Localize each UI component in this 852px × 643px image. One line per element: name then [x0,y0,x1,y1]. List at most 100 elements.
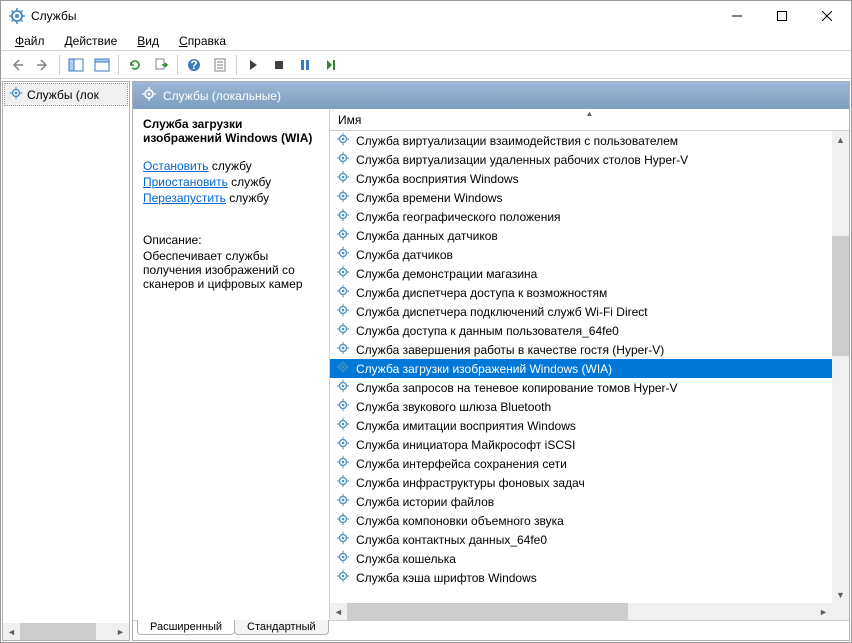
service-name: Служба инфраструктуры фоновых задач [356,476,585,490]
v-scrollbar[interactable]: ▲▼ [832,131,849,603]
tree-item-services[interactable]: Службы (лок [4,83,128,106]
service-row[interactable]: Служба виртуализации взаимодействия с по… [330,131,832,150]
service-row[interactable]: Служба восприятия Windows [330,169,832,188]
service-row[interactable]: Служба инициатора Майкрософт iSCSI [330,435,832,454]
service-name: Служба восприятия Windows [356,172,519,186]
tree-pane: Службы (лок ◄► [2,81,130,641]
minimize-button[interactable] [714,2,759,31]
svg-text:?: ? [190,58,197,72]
gear-icon [336,474,350,491]
gear-icon [9,86,23,103]
service-row[interactable]: Служба географического положения [330,207,832,226]
maximize-button[interactable] [759,2,804,31]
menu-action[interactable]: Действие [57,32,126,50]
gear-icon [336,151,350,168]
gear-icon [336,170,350,187]
service-name: Служба датчиков [356,248,453,262]
gear-icon [336,531,350,548]
service-row[interactable]: Служба истории файлов [330,492,832,511]
service-row[interactable]: Служба запросов на теневое копирование т… [330,378,832,397]
service-row[interactable]: Служба демонстрации магазина [330,264,832,283]
service-name: Служба диспетчера доступа к возможностям [356,286,607,300]
service-row[interactable]: Служба имитации восприятия Windows [330,416,832,435]
menu-view[interactable]: Вид [129,32,167,50]
gear-icon [336,379,350,396]
pause-service-button[interactable] [293,53,317,77]
gear-icon [336,189,350,206]
service-name: Служба загрузки изображений Windows (WIA… [356,362,612,376]
pause-link[interactable]: Приостановить [143,175,228,189]
window-title: Службы [31,9,714,23]
gear-icon [336,341,350,358]
service-row[interactable]: Служба виртуализации удаленных рабочих с… [330,150,832,169]
gear-icon [336,246,350,263]
service-row[interactable]: Служба компоновки объемного звука [330,511,832,530]
service-name: Служба данных датчиков [356,229,498,243]
service-row[interactable]: Служба завершения работы в качестве гост… [330,340,832,359]
service-row[interactable]: Служба доступа к данным пользователя_64f… [330,321,832,340]
gear-icon [336,208,350,225]
stop-service-button[interactable] [267,53,291,77]
nav-back-button[interactable] [5,53,29,77]
gear-icon [336,436,350,453]
tree-item-label: Службы (лок [27,88,99,102]
nav-forward-button[interactable] [31,53,55,77]
service-name: Служба компоновки объемного звука [356,514,564,528]
service-name: Служба кошелька [356,552,456,566]
gear-icon [336,455,350,472]
details-pane: Служба загрузки изображений Windows (WIA… [133,109,329,620]
tree-h-scrollbar[interactable]: ◄► [3,623,129,640]
gear-icon [336,512,350,529]
service-name: Служба доступа к данным пользователя_64f… [356,324,619,338]
restart-service-button[interactable] [319,53,343,77]
service-row[interactable]: Служба инфраструктуры фоновых задач [330,473,832,492]
restart-link[interactable]: Перезапустить [143,191,226,205]
gear-icon [336,398,350,415]
tab-extended[interactable]: Расширенный [137,620,235,635]
service-name: Служба истории файлов [356,495,494,509]
gear-icon [141,86,157,105]
gear-icon [336,493,350,510]
h-scrollbar[interactable]: ◄► [330,603,832,620]
service-row[interactable]: Служба звукового шлюза Bluetooth [330,397,832,416]
service-row[interactable]: Служба кошелька [330,549,832,568]
properties-button[interactable] [208,53,232,77]
service-row[interactable]: Служба диспетчера доступа к возможностям [330,283,832,302]
refresh-button[interactable] [123,53,147,77]
service-row[interactable]: Служба контактных данных_64fe0 [330,530,832,549]
service-name: Служба запросов на теневое копирование т… [356,381,678,395]
service-row[interactable]: Служба диспетчера подключений служб Wi-F… [330,302,832,321]
stop-link[interactable]: Остановить [143,159,209,173]
gear-icon [336,550,350,567]
export-button[interactable] [149,53,173,77]
show-hide-pane-button[interactable] [90,53,114,77]
description-label: Описание: [143,233,319,247]
description-text: Обеспечивает службы получения изображени… [143,249,319,291]
tab-standard[interactable]: Стандартный [234,620,329,635]
service-name: Служба виртуализации взаимодействия с по… [356,134,678,148]
service-row[interactable]: Служба данных датчиков [330,226,832,245]
service-name: Служба времени Windows [356,191,503,205]
service-row[interactable]: Служба кэша шрифтов Windows [330,568,832,587]
service-name: Служба кэша шрифтов Windows [356,571,537,585]
column-header-name[interactable]: ▲ Имя [330,109,849,131]
menu-file[interactable]: Файл [7,32,53,50]
pane-header: Службы (локальные) [133,82,849,109]
menu-help[interactable]: Справка [171,32,234,50]
help-button[interactable]: ? [182,53,206,77]
service-row[interactable]: Служба времени Windows [330,188,832,207]
service-name: Служба диспетчера подключений служб Wi-F… [356,305,648,319]
start-service-button[interactable] [241,53,265,77]
service-row[interactable]: Служба интерфейса сохранения сети [330,454,832,473]
service-name: Служба инициатора Майкрософт iSCSI [356,438,575,452]
service-row[interactable]: Служба датчиков [330,245,832,264]
service-name: Служба демонстрации магазина [356,267,537,281]
toolbar: ? [1,51,851,79]
show-hide-tree-button[interactable] [64,53,88,77]
close-button[interactable] [804,2,849,31]
service-row[interactable]: Служба загрузки изображений Windows (WIA… [330,359,832,378]
sort-asc-icon: ▲ [586,109,594,118]
service-name: Служба виртуализации удаленных рабочих с… [356,153,688,167]
view-tabs: Расширенный Стандартный [133,620,849,640]
service-name: Служба географического положения [356,210,561,224]
